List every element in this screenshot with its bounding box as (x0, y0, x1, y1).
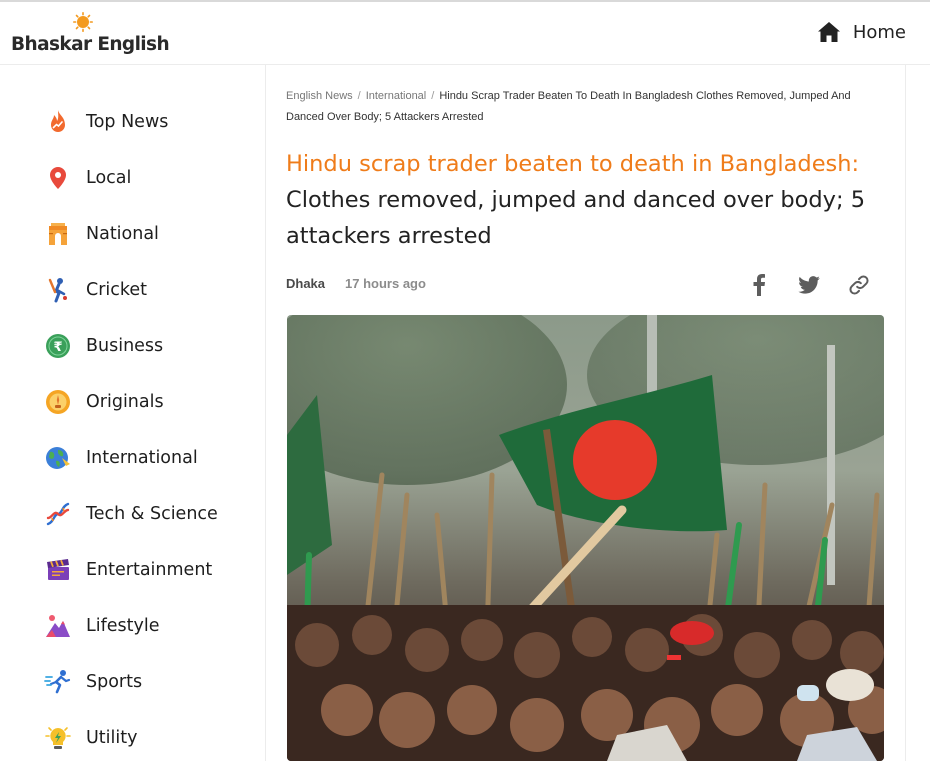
dna-icon (46, 502, 70, 526)
map-pin-icon (50, 167, 66, 189)
logo-text: Bhaskar English (11, 34, 170, 55)
breadcrumb-separator: / (431, 90, 435, 102)
runner-icon (44, 670, 71, 694)
svg-text:₹: ₹ (53, 340, 62, 355)
sidebar-item-originals[interactable]: Originals (44, 385, 164, 419)
hero-photo-crowd-with-bangladesh-flag (287, 315, 884, 761)
breadcrumb-separator: / (357, 90, 361, 102)
sidebar-item-label: Originals (86, 392, 164, 412)
sidebar-item-label: Local (86, 168, 132, 188)
sidebar-item-label: International (86, 448, 198, 468)
logo-sun-icon (73, 12, 93, 32)
sidebar-item-label: Cricket (86, 280, 148, 300)
sidebar-item-label: Business (86, 336, 164, 356)
rupee-coin-icon: ₹ (46, 334, 70, 358)
sidebar-nav: Top News Local National Cricket ₹ Busine… (0, 65, 266, 761)
sidebar-item-label: Top News (86, 112, 169, 132)
article-meta: Dhaka 17 hours ago (286, 276, 426, 291)
globe-icon (46, 447, 70, 469)
sidebar-item-top-news[interactable]: Top News (44, 105, 168, 139)
share-facebook-button[interactable] (745, 271, 773, 299)
article-main: English News / International / Hindu Scrap T… (267, 65, 905, 761)
home-label: Home (852, 21, 906, 43)
sidebar-item-label: Lifestyle (86, 616, 160, 636)
india-gate-icon (49, 223, 67, 245)
sidebar-item-label: Tech & Science (86, 504, 218, 524)
facebook-icon (753, 274, 765, 296)
sidebar-item-lifestyle[interactable]: Lifestyle (44, 609, 160, 643)
sidebar-item-label: Entertainment (86, 560, 213, 580)
right-divider (905, 65, 906, 761)
clapperboard-icon (47, 559, 69, 580)
sidebar-item-cricket[interactable]: Cricket (44, 273, 147, 307)
site-logo[interactable]: Bhaskar English (10, 10, 170, 60)
home-link[interactable]: Home (817, 21, 906, 43)
sidebar-item-entertainment[interactable]: Entertainment (44, 553, 212, 587)
sidebar-item-utility[interactable]: Utility (44, 721, 137, 755)
breadcrumb: English News / International / Hindu Scrap T… (286, 86, 876, 128)
link-icon (849, 275, 869, 295)
article-headline: Hindu scrap trader beaten to death in Ba… (286, 146, 886, 254)
flame-icon (51, 110, 65, 132)
originals-badge-icon (46, 390, 70, 414)
sidebar-item-label: Sports (86, 672, 143, 692)
sidebar-item-label: Utility (86, 728, 138, 748)
headline-accent: Hindu scrap trader beaten to death in Ba… (286, 151, 860, 177)
breadcrumb-item[interactable]: International (366, 90, 427, 102)
home-icon (817, 22, 840, 42)
share-link-button[interactable] (845, 271, 873, 299)
lightbulb-icon (45, 727, 71, 749)
sidebar-item-local[interactable]: Local (44, 161, 131, 195)
breadcrumb-item[interactable]: English News (286, 90, 353, 102)
sidebar-item-label: National (86, 224, 159, 244)
sidebar-item-sports[interactable]: Sports (44, 665, 142, 699)
sidebar-item-tech-science[interactable]: Tech & Science (44, 497, 218, 531)
share-twitter-button[interactable] (795, 271, 823, 299)
sidebar-item-business[interactable]: ₹ Business (44, 329, 163, 363)
headline-rest: Clothes removed, jumped and danced over … (286, 187, 866, 249)
site-header: Bhaskar English Home (0, 0, 930, 65)
article-hero-image (287, 315, 884, 761)
twitter-icon (798, 276, 820, 294)
article-dateline: Dhaka (286, 276, 326, 291)
sidebar-item-national[interactable]: National (44, 217, 159, 251)
cricket-player-icon (48, 278, 67, 303)
sidebar-item-international[interactable]: International (44, 441, 198, 475)
article-time: 17 hours ago (345, 276, 426, 291)
mountain-icon (46, 615, 70, 637)
